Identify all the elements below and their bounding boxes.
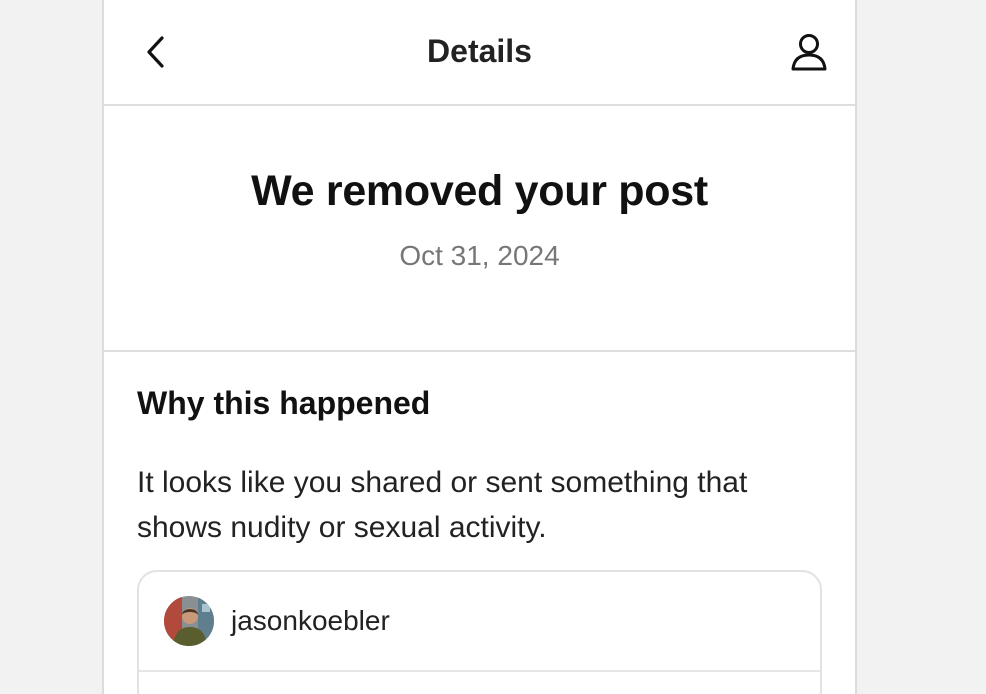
page-title: Details — [427, 33, 532, 69]
top-bar: Details — [104, 0, 855, 106]
notice-title: We removed your post — [251, 167, 708, 215]
notice-date: Oct 31, 2024 — [399, 240, 560, 271]
removal-notice: We removed your post Oct 31, 2024 — [104, 106, 855, 352]
reason-heading: Why this happened — [137, 385, 431, 421]
removed-post-card[interactable]: jasonkoebler — [137, 570, 822, 694]
user-avatar[interactable] — [164, 596, 214, 646]
details-panel: Details We removed your post Oct 31, 202… — [102, 0, 857, 694]
person-icon — [791, 34, 827, 71]
post-username[interactable]: jasonkoebler — [231, 605, 390, 637]
reason-text: It looks like you shared or sent somethi… — [137, 466, 748, 544]
post-card-header: jasonkoebler — [139, 572, 820, 672]
reason-section: Why this happened It looks like you shar… — [104, 352, 855, 694]
profile-button[interactable] — [785, 28, 833, 76]
